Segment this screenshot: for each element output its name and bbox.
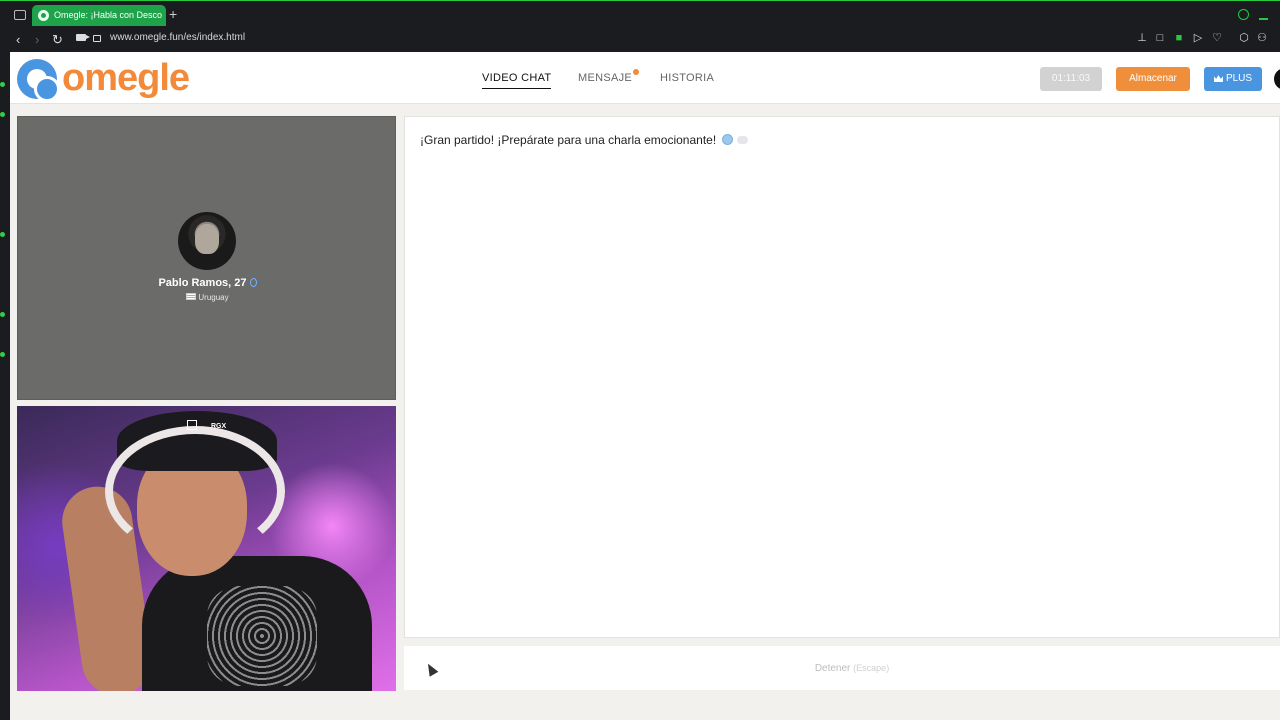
store-button[interactable]: Almacenar [1116, 67, 1190, 91]
search-icon[interactable] [1238, 9, 1249, 20]
sidebar-app-icon[interactable] [0, 312, 5, 317]
verified-icon [249, 278, 257, 287]
stop-key-hint: (Escape) [853, 663, 890, 673]
plus-button[interactable]: PLUS [1204, 67, 1262, 91]
stop-label: Detener [814, 663, 851, 674]
reload-icon[interactable]: ↻ [52, 32, 63, 48]
webcam-headset [105, 426, 285, 556]
sidebar-app-icon[interactable] [0, 232, 5, 237]
sidebar-app-icon[interactable] [0, 112, 5, 117]
nav-history[interactable]: HISTORIA [660, 71, 714, 85]
remote-video-panel: Pablo Ramos, 27 Uruguay [17, 116, 396, 400]
tab-bar: Omegle: ¡Habla con Desco + [0, 0, 1280, 28]
extensions-icon[interactable]: ⬡ [1239, 32, 1249, 44]
speech-bubble-icon [737, 136, 749, 144]
back-icon[interactable]: ‹ [16, 32, 20, 48]
browser-chrome: Omegle: ¡Habla con Desco + ‹ › ↻ www.ome… [0, 0, 1280, 52]
pip-label[interactable]: RGX [211, 423, 226, 430]
chat-message: ¡Gran partido! ¡Prepárate para una charl… [420, 133, 749, 147]
globe-icon [722, 134, 734, 145]
shield-icon[interactable]: ■ [1174, 32, 1184, 44]
remote-name-text: Pablo Ramos, 27 [158, 277, 247, 289]
webcam-shirt-print [207, 586, 317, 686]
chat-panel: ¡Gran partido! ¡Prepárate para una charl… [404, 116, 1280, 638]
url-field[interactable]: www.omegle.fun/es/index.html [110, 32, 245, 44]
remote-country-text: Uruguay [198, 293, 229, 302]
pin-icon[interactable]: ⊥ [1137, 32, 1147, 44]
browser-sidebar [0, 52, 10, 720]
omegle-logo-icon[interactable] [17, 59, 60, 102]
sidebar-app-icon[interactable] [0, 352, 5, 357]
tab-manager-icon[interactable] [14, 10, 26, 20]
tab-icon[interactable]: □ [1155, 32, 1165, 44]
crown-icon [1213, 75, 1223, 82]
new-tab-button[interactable]: + [169, 6, 177, 22]
session-timer: 01:11:03 [1040, 67, 1102, 91]
remote-user-avatar [178, 212, 236, 270]
plus-label: PLUS [1225, 73, 1253, 84]
pip-controls: RGX [187, 420, 226, 433]
site-header: omegle VIDEO CHAT MENSAJE HISTORIA 01:11… [10, 52, 1280, 104]
nav-video-chat[interactable]: VIDEO CHAT [482, 71, 552, 89]
stop-button[interactable]: Detener (Escape) [404, 662, 1280, 675]
notification-dot [633, 69, 639, 75]
sidebar-app-icon[interactable] [0, 82, 5, 87]
tab-title: Omegle: ¡Habla con Desco [54, 10, 163, 20]
chat-message-text: ¡Gran partido! ¡Prepárate para una charl… [420, 133, 717, 147]
local-video-panel: RGX [17, 406, 396, 691]
profile-icon[interactable]: ⚇ [1257, 32, 1267, 44]
play-icon[interactable]: ▷ [1193, 32, 1203, 44]
forward-icon[interactable]: › [35, 32, 39, 48]
pip-expand-icon[interactable] [187, 420, 197, 430]
camera-icon[interactable] [76, 34, 90, 41]
nav-message[interactable]: MENSAJE [578, 71, 632, 85]
omegle-favicon-icon [38, 10, 49, 21]
remote-user-name: Pablo Ramos, 27 [18, 276, 397, 290]
user-avatar[interactable] [1274, 68, 1280, 90]
lock-icon[interactable] [93, 35, 101, 42]
uruguay-flag-icon [186, 293, 197, 300]
remote-user-country: Uruguay [18, 293, 397, 303]
control-bar: Detener (Escape) [404, 646, 1280, 690]
browser-tab-active[interactable]: Omegle: ¡Habla con Desco [32, 5, 166, 26]
tab-bar-accent [0, 0, 1280, 1]
heart-icon[interactable]: ♡ [1212, 32, 1222, 44]
logo-text[interactable]: omegle [62, 56, 190, 100]
minimize-icon[interactable] [1259, 18, 1268, 20]
